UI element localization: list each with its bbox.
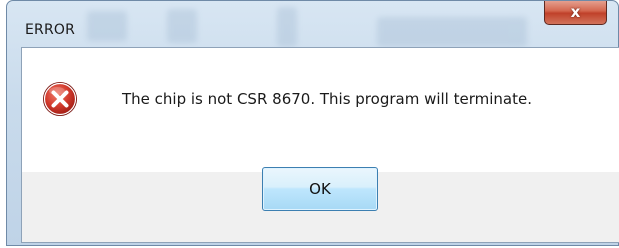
close-button[interactable]: x — [544, 1, 607, 25]
error-message: The chip is not CSR 8670. This program w… — [122, 90, 532, 108]
close-icon: x — [570, 2, 581, 21]
background-blur — [77, 7, 537, 51]
button-bar: OK — [22, 167, 619, 242]
error-icon — [43, 82, 77, 116]
dialog-title: ERROR — [25, 22, 76, 38]
message-area: The chip is not CSR 8670. This program w… — [22, 48, 619, 172]
screen: ERROR x The chip is not CSR 8670. This p… — [0, 0, 619, 248]
dialog-client-area: The chip is not CSR 8670. This program w… — [21, 47, 619, 243]
ok-button[interactable]: OK — [262, 167, 378, 211]
